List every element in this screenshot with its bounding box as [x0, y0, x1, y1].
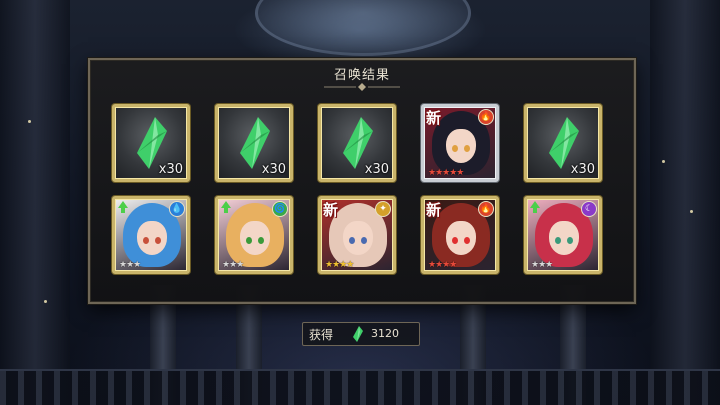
character-result-card[interactable]: ☾ ★★★	[524, 196, 602, 274]
fire-element-icon: 🔥	[478, 201, 494, 217]
character-eye	[452, 145, 458, 152]
character-eye	[361, 237, 367, 244]
upgrade-arrow-icon	[224, 208, 228, 213]
crystal-result-card[interactable]: x30	[524, 104, 602, 182]
summon-results-panel: 召唤结果 x30 x30 x30 🔥 新 ★★★★★ x30 💧 ★★★ 🌀 ★★★ ✦ 新 ★★★★ 🔥 新…	[88, 58, 636, 304]
dark-element-icon: ☾	[581, 201, 597, 217]
character-result-card[interactable]: 💧 ★★★	[112, 196, 190, 274]
character-eye	[246, 237, 252, 244]
upgrade-arrow-icon	[121, 208, 125, 213]
ceiling-dome	[255, 0, 471, 56]
reward-value: 3120	[371, 327, 399, 340]
results-grid: x30 x30 x30 🔥 新 ★★★★★ x30 💧 ★★★ 🌀 ★★★ ✦ 新 ★★★★ 🔥 新 ★★★★ ☾…	[112, 104, 614, 274]
panel-title: 召唤结果	[333, 68, 390, 83]
sparkle	[690, 210, 693, 213]
wind-element-icon: 🌀	[272, 201, 288, 217]
crystal-quantity: x30	[364, 162, 389, 177]
crystal-quantity: x30	[570, 162, 595, 177]
character-face	[549, 221, 579, 255]
character-eye	[452, 237, 458, 244]
character-eye	[155, 237, 161, 244]
character-face	[446, 129, 476, 163]
sparkle	[28, 120, 31, 123]
balcony-railing	[0, 369, 720, 405]
upgrade-arrow-icon	[118, 201, 128, 208]
crystal-quantity: x30	[261, 162, 286, 177]
new-badge: 新	[323, 201, 339, 219]
sparkle	[44, 300, 47, 303]
character-face	[343, 221, 373, 255]
green-crystal-icon	[353, 326, 363, 342]
reward-label: 获得	[309, 328, 334, 342]
right-arch	[650, 0, 720, 405]
rarity-stars: ★★★★★	[428, 168, 464, 178]
light-element-icon: ✦	[375, 201, 391, 217]
upgrade-arrow-icon	[533, 208, 537, 213]
crystal-result-card[interactable]: x30	[215, 104, 293, 182]
character-eye	[464, 237, 470, 244]
upgrade-arrow-icon	[221, 201, 231, 208]
character-eye	[258, 237, 264, 244]
new-badge: 新	[426, 201, 442, 219]
upgrade-arrow-icon	[530, 201, 540, 208]
crystal-quantity: x30	[158, 162, 183, 177]
character-eye	[555, 237, 561, 244]
character-face	[137, 221, 167, 255]
character-eye	[349, 237, 355, 244]
character-result-card[interactable]: 🔥 新 ★★★★	[421, 196, 499, 274]
rarity-stars: ★★★	[531, 260, 553, 270]
rarity-stars: ★★★	[119, 260, 141, 270]
rarity-stars: ★★★	[222, 260, 244, 270]
sparkle	[662, 160, 665, 163]
left-arch	[0, 0, 70, 405]
character-eye	[143, 237, 149, 244]
character-face	[240, 221, 270, 255]
new-badge: 新	[426, 109, 442, 127]
title-ornament	[324, 83, 400, 91]
character-result-card[interactable]: ✦ 新 ★★★★	[318, 196, 396, 274]
character-face	[446, 221, 476, 255]
rarity-stars: ★★★★	[325, 260, 354, 270]
character-eye	[464, 145, 470, 152]
water-element-icon: 💧	[169, 201, 185, 217]
rarity-stars: ★★★★	[428, 260, 457, 270]
character-eye	[567, 237, 573, 244]
fire-element-icon: 🔥	[478, 109, 494, 125]
crystal-result-card[interactable]: x30	[318, 104, 396, 182]
reward-bar: 获得 3120	[302, 322, 420, 346]
character-result-card[interactable]: 🌀 ★★★	[215, 196, 293, 274]
character-result-card[interactable]: 🔥 新 ★★★★★	[421, 104, 499, 182]
crystal-result-card[interactable]: x30	[112, 104, 190, 182]
